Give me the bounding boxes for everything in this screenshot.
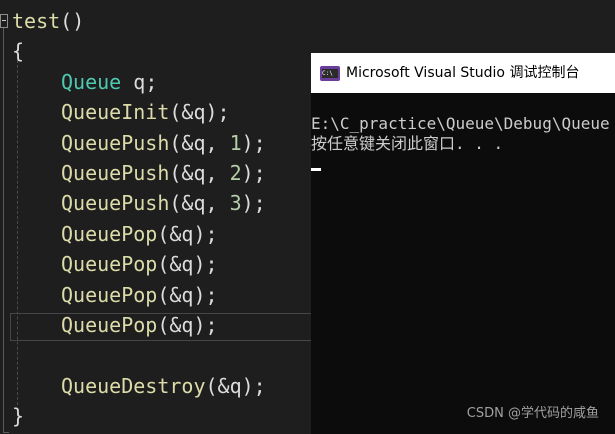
- call-close: );: [241, 191, 266, 215]
- call-close: );: [193, 252, 218, 276]
- console-titlebar[interactable]: C:\ Microsoft Visual Studio 调试控制台: [311, 53, 615, 93]
- console-title: Microsoft Visual Studio 调试控制台: [346, 65, 580, 81]
- call-args: (&q: [169, 100, 206, 124]
- code-line-call: QueueInit(&q);: [12, 97, 230, 127]
- call-function: QueuePop: [61, 283, 158, 307]
- code-line-open-brace: {: [12, 36, 24, 66]
- call-number: 1: [229, 131, 242, 155]
- code-line-close-brace: }: [12, 401, 24, 431]
- call-function: QueueInit: [61, 100, 170, 124]
- screenshot-root: test() { Queue q; QueueInit(&q); QueuePu…: [0, 0, 615, 434]
- call-function: QueuePop: [61, 222, 158, 246]
- call-close: );: [193, 222, 218, 246]
- function-parens: (): [60, 9, 85, 33]
- close-brace: }: [12, 404, 25, 428]
- debug-console-window[interactable]: C:\ Microsoft Visual Studio 调试控制台 E:\C_p…: [311, 53, 615, 434]
- call-args: (&q: [157, 283, 194, 307]
- code-line-function-header: test(): [12, 6, 84, 36]
- call-close: );: [205, 100, 230, 124]
- call-args: (&q: [157, 222, 194, 246]
- watermark: CSDN @学代码的咸鱼: [466, 406, 599, 421]
- call-args: (&q,: [169, 131, 230, 155]
- call-number: 2: [229, 161, 242, 185]
- call-close: );: [193, 283, 218, 307]
- code-line-call: QueueDestroy(&q);: [12, 371, 266, 401]
- console-output[interactable]: E:\C_practice\Queue\Debug\Queue 按任意键关闭此窗…: [311, 93, 615, 434]
- code-line-declaration: Queue q;: [12, 67, 157, 97]
- code-line-call: QueuePop(&q);: [12, 280, 218, 310]
- call-function: QueuePush: [61, 191, 170, 215]
- code-line-call-current: QueuePop(&q);: [12, 310, 218, 340]
- call-args: (&q,: [169, 191, 230, 215]
- console-app-icon: C:\: [320, 66, 340, 81]
- variable-name: q: [133, 70, 146, 94]
- function-name: test: [12, 9, 61, 33]
- console-output-line: E:\C_practice\Queue\Debug\Queue: [311, 114, 610, 133]
- open-brace: {: [12, 39, 25, 63]
- call-close: );: [241, 374, 266, 398]
- call-close: );: [241, 161, 266, 185]
- call-args: (&q: [205, 374, 242, 398]
- call-close: );: [241, 131, 266, 155]
- call-function: QueuePush: [61, 131, 170, 155]
- call-function: QueuePush: [61, 161, 170, 185]
- call-function: QueuePop: [61, 252, 158, 276]
- collapse-toggle-icon[interactable]: [0, 14, 8, 28]
- fold-guide-line: [3, 28, 4, 432]
- call-function: QueueDestroy: [61, 374, 206, 398]
- code-line-call: QueuePush(&q, 3);: [12, 188, 266, 218]
- console-cursor: [311, 168, 321, 171]
- console-icon-label: C:\: [322, 69, 338, 78]
- code-line-call: QueuePop(&q);: [12, 219, 218, 249]
- code-line-call: QueuePush(&q, 2);: [12, 158, 266, 188]
- type-name: Queue: [61, 70, 122, 94]
- code-line-call: QueuePop(&q);: [12, 249, 218, 279]
- console-output-line: 按任意键关闭此窗口. . .: [311, 134, 504, 153]
- call-function: QueuePop: [61, 313, 158, 337]
- fold-guide-end: [3, 432, 9, 433]
- call-close: );: [193, 313, 218, 337]
- call-args: (&q: [157, 252, 194, 276]
- call-number: 3: [229, 191, 242, 215]
- call-args: (&q,: [169, 161, 230, 185]
- call-args: (&q: [157, 313, 194, 337]
- code-line-call: QueuePush(&q, 1);: [12, 128, 266, 158]
- statement-end: ;: [145, 70, 158, 94]
